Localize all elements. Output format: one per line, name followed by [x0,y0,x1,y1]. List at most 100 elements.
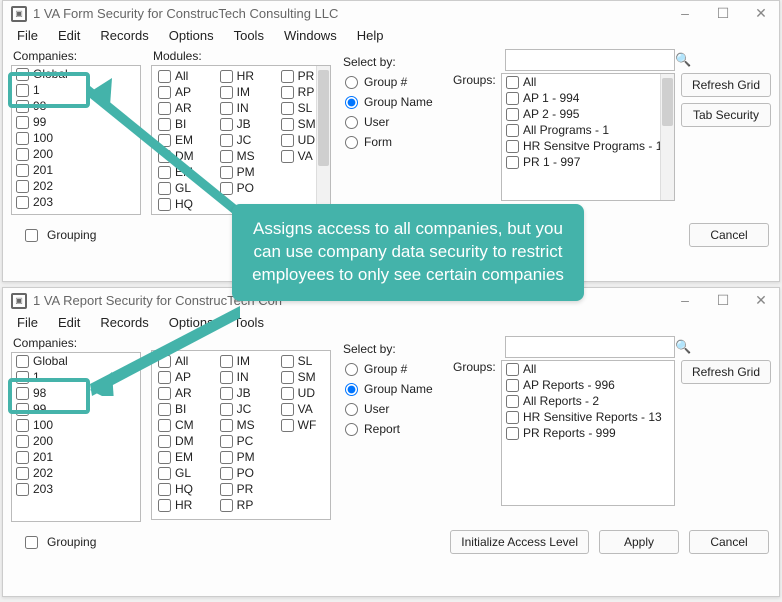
cancel-button[interactable]: Cancel [689,223,769,247]
companies-list[interactable]: Global19899100200201202203 [11,352,141,522]
module-item[interactable]: GL [154,465,198,481]
checkbox[interactable] [220,419,233,432]
radio[interactable] [345,363,358,376]
selectby-option[interactable]: Group # [345,362,437,376]
company-item[interactable]: 202 [12,178,140,194]
checkbox[interactable] [16,84,29,97]
checkbox[interactable] [16,483,29,496]
search-box[interactable]: 🔍 [505,336,675,358]
checkbox[interactable] [158,70,171,83]
checkbox[interactable] [16,403,29,416]
checkbox[interactable] [281,70,294,83]
checkbox[interactable] [220,134,233,147]
company-item[interactable]: 203 [12,481,140,497]
checkbox[interactable] [158,371,171,384]
checkbox[interactable] [220,483,233,496]
module-item[interactable]: PO [216,180,259,196]
checkbox[interactable] [158,166,171,179]
module-item[interactable]: All [154,68,198,84]
checkbox[interactable] [220,467,233,480]
group-item[interactable]: All [502,74,674,90]
module-item[interactable]: IM [216,353,259,369]
company-item[interactable]: 100 [12,130,140,146]
selectby-option[interactable]: Group # [345,75,437,89]
module-item[interactable]: AR [154,385,198,401]
company-item[interactable]: 202 [12,465,140,481]
menu-tools[interactable]: Tools [234,315,264,330]
checkbox[interactable] [16,132,29,145]
module-item[interactable]: MS [216,417,259,433]
checkbox[interactable] [220,86,233,99]
module-item[interactable]: SL [277,353,321,369]
checkbox[interactable] [281,403,294,416]
module-item[interactable]: VA [277,148,320,164]
checkbox[interactable] [16,355,29,368]
module-item[interactable]: BI [154,116,198,132]
checkbox[interactable] [220,166,233,179]
checkbox[interactable] [281,355,294,368]
checkbox[interactable] [506,140,519,153]
company-item[interactable]: 100 [12,417,140,433]
company-item[interactable]: 99 [12,401,140,417]
module-item[interactable]: EM [154,132,198,148]
module-item[interactable]: PR [216,481,259,497]
checkbox[interactable] [16,467,29,480]
checkbox[interactable] [16,164,29,177]
module-item[interactable]: AP [154,369,198,385]
selectby-option[interactable]: Group Name [345,95,437,109]
checkbox[interactable] [158,403,171,416]
modules-list[interactable]: AllAPARBICMDMEMGLHQHRIMINJBJCMSPCPMPOPRR… [151,350,331,520]
radio[interactable] [345,136,358,149]
company-item[interactable]: 98 [12,98,140,114]
company-item[interactable]: 99 [12,114,140,130]
module-item[interactable]: DM [154,148,198,164]
checkbox[interactable] [158,467,171,480]
module-item[interactable]: UD [277,385,321,401]
checkbox[interactable] [281,134,294,147]
checkbox[interactable] [506,92,519,105]
module-item[interactable]: IM [216,84,259,100]
group-item[interactable]: All Programs - 1 [502,122,674,138]
checkbox[interactable] [158,387,171,400]
modules-list[interactable]: AllAPARBIEMDMEMGLHQHRIMINJBJCMSPMPOPRRPS… [151,65,331,215]
group-item[interactable]: AP Reports - 996 [502,377,674,393]
module-item[interactable]: CM [154,417,198,433]
company-item[interactable]: 200 [12,146,140,162]
radio[interactable] [345,96,358,109]
checkbox[interactable] [16,116,29,129]
checkbox[interactable] [158,86,171,99]
selectby-option[interactable]: Form [345,135,437,149]
initialize-access-button[interactable]: Initialize Access Level [450,530,589,554]
checkbox[interactable] [281,102,294,115]
menu-options[interactable]: Options [169,28,214,43]
selectby-option[interactable]: User [345,115,437,129]
checkbox[interactable] [281,387,294,400]
checkbox[interactable] [281,86,294,99]
checkbox[interactable] [16,148,29,161]
checkbox[interactable] [158,198,171,211]
menu-edit[interactable]: Edit [58,28,80,43]
module-item[interactable]: GL [154,180,198,196]
checkbox[interactable] [158,451,171,464]
module-item[interactable]: UD [277,132,320,148]
module-item[interactable]: PC [216,433,259,449]
checkbox[interactable] [281,150,294,163]
checkbox[interactable] [220,118,233,131]
group-item[interactable]: PR Reports - 999 [502,425,674,441]
checkbox[interactable] [158,134,171,147]
groups-list[interactable]: AllAP 1 - 994AP 2 - 995All Programs - 1H… [501,73,675,201]
checkbox[interactable] [158,355,171,368]
checkbox[interactable] [506,363,519,376]
menu-file[interactable]: File [17,315,38,330]
menu-tools[interactable]: Tools [234,28,264,43]
radio[interactable] [345,423,358,436]
menu-edit[interactable]: Edit [58,315,80,330]
refresh-grid-button[interactable]: Refresh Grid [681,73,771,97]
grouping-checkbox[interactable] [25,229,38,242]
checkbox[interactable] [220,403,233,416]
radio[interactable] [345,76,358,89]
module-item[interactable]: All [154,353,198,369]
scrollbar[interactable] [660,74,674,200]
module-item[interactable]: EM [154,449,198,465]
maximize-button[interactable]: ☐ [711,292,735,309]
